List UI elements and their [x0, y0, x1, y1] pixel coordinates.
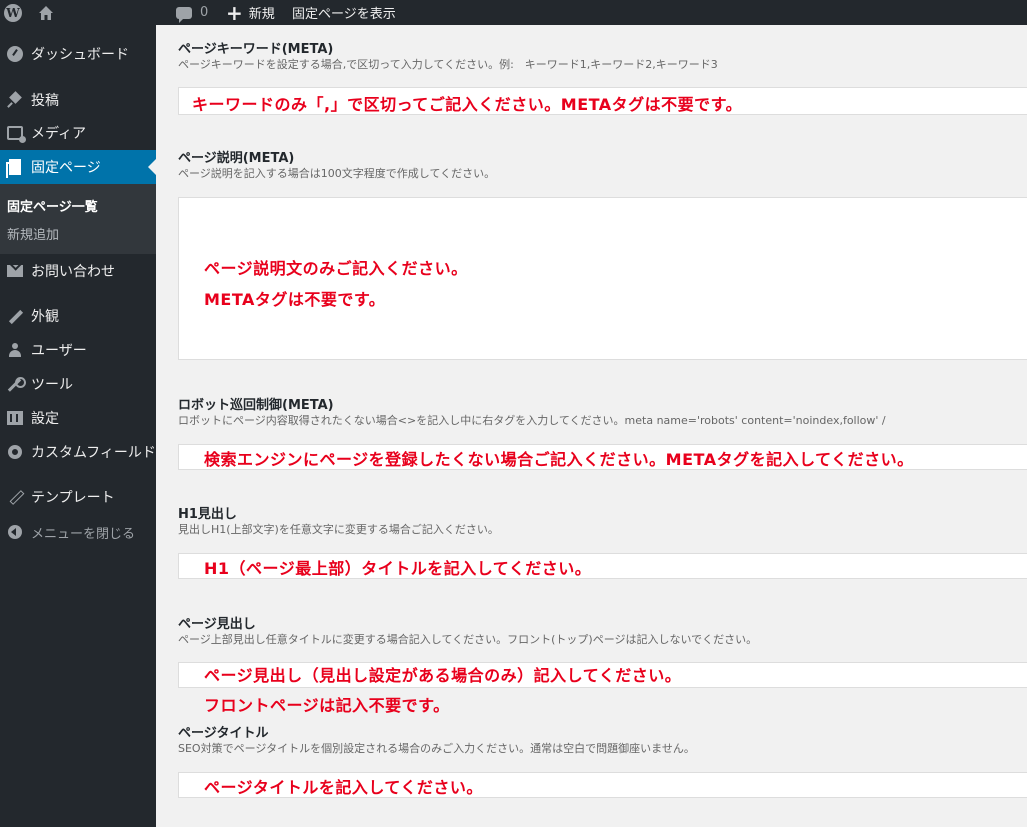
custom-fields-panel: ページキーワード(META) ページキーワードを設定する場合,で区切って入力して…: [156, 25, 1027, 827]
pages-submenu: 固定ページ一覧 新規追加: [0, 184, 156, 254]
field-description: 見出しH1(上部文字)を任意文字に変更する場合ご記入ください。: [178, 523, 499, 536]
comment-count: 0: [200, 5, 209, 20]
sidebar-item-posts[interactable]: 投稿: [0, 83, 156, 117]
pin-icon: [8, 93, 22, 107]
collapse-menu-label: メニューを閉じる: [31, 526, 136, 542]
field-label: ページタイトル: [178, 726, 269, 741]
sidebar-item-tools[interactable]: ツール: [0, 367, 156, 401]
pencil-icon: [8, 490, 22, 504]
sidebar-item-label: 投稿: [31, 93, 59, 109]
field-label: ページ見出し: [178, 617, 256, 632]
sidebar-item-custom-fields[interactable]: カスタムフィールド: [0, 435, 156, 469]
comment-icon: [176, 6, 192, 23]
home-icon[interactable]: [38, 0, 58, 25]
field-robots: ロボット巡回制御(META) ロボットにページ内容取得されたくない場合<>を記入…: [178, 394, 1027, 430]
field-description: ページ説明を記入する場合は100文字程度で作成してください。: [178, 167, 496, 180]
sidebar-item-label: テンプレート: [31, 490, 115, 506]
field-label: ページ説明(META): [178, 151, 295, 166]
dashboard-icon: [7, 46, 23, 62]
submenu-all-pages[interactable]: 固定ページ一覧: [7, 196, 98, 215]
page-heading-annotation-2: フロントページは記入不要です。: [204, 696, 450, 715]
field-page-title: ページタイトル SEO対策でページタイトルを個別設定される場合のみご入力ください…: [178, 722, 1027, 758]
sidebar-item-label: ユーザー: [31, 343, 87, 359]
sidebar-item-settings[interactable]: 設定: [0, 401, 156, 435]
field-label: ロボット巡回制御(META): [178, 398, 334, 413]
description-annotation-1: ページ説明文のみご記入ください。: [204, 259, 468, 278]
sidebar-item-label: メディア: [31, 126, 87, 142]
field-label: H1見出し: [178, 507, 237, 522]
sidebar-item-dashboard[interactable]: ダッシュボード: [0, 37, 156, 71]
page-icon: [6, 159, 21, 178]
keywords-annotation: キーワードのみ「,」で区切ってご記入ください。METAタグは不要です。: [192, 95, 743, 114]
page-heading-annotation-1: ページ見出し（見出し設定がある場合のみ）記入してください。: [204, 666, 682, 685]
field-description: SEO対策でページタイトルを個別設定される場合のみご入力ください。通常は空白で問…: [178, 742, 695, 755]
robots-annotation: 検索エンジンにページを登録したくない場合ご記入ください。METAタグを記入してく…: [204, 450, 914, 469]
view-page-link[interactable]: 固定ページを表示: [292, 0, 396, 25]
user-icon: [8, 343, 22, 357]
brush-icon: [8, 309, 22, 323]
sidebar-item-label: お問い合わせ: [31, 264, 115, 280]
new-label: 新規: [248, 7, 275, 22]
submenu-add-new[interactable]: 新規追加: [7, 224, 59, 243]
plus-icon: +: [226, 0, 243, 25]
admin-sidebar: ダッシュボード 投稿 メディア 固定ページ 固定ページ一覧 新規追加 お問い合わ…: [0, 25, 156, 827]
field-description: ページキーワードを設定する場合,で区切って入力してください。例: キーワード1,…: [178, 58, 718, 71]
sidebar-item-label: 外観: [31, 309, 59, 325]
field-description-meta: ページ説明(META) ページ説明を記入する場合は100文字程度で作成してくださ…: [178, 147, 1027, 183]
field-page-heading: ページ見出し ページ上部見出し任意タイトルに変更する場合記入してください。フロン…: [178, 613, 1027, 649]
h1-annotation: H1（ページ最上部）タイトルを記入してください。: [204, 559, 592, 578]
collapse-icon: [8, 525, 22, 539]
field-description: ページ上部見出し任意タイトルに変更する場合記入してください。フロント(トップ)ペ…: [178, 633, 758, 646]
sidebar-item-label: ダッシュボード: [31, 47, 129, 63]
admin-bar: W 0 + 新規 固定ページを表示: [0, 0, 1027, 25]
gear-icon: [8, 445, 22, 459]
new-content-button[interactable]: + 新規: [226, 0, 275, 25]
sidebar-item-media[interactable]: メディア: [0, 116, 156, 150]
wordpress-icon[interactable]: W: [4, 0, 24, 25]
field-description: ロボットにページ内容取得されたくない場合<>を記入し中に右タグを入力してください…: [178, 414, 886, 427]
sidebar-item-label: 設定: [31, 411, 59, 427]
description-annotation-2: METAタグは不要です。: [204, 290, 386, 309]
sidebar-item-label: 固定ページ: [31, 160, 101, 176]
sidebar-item-contact[interactable]: お問い合わせ: [0, 254, 156, 288]
field-label: ページキーワード(META): [178, 42, 334, 57]
page-title-annotation: ページタイトルを記入してください。: [204, 778, 483, 797]
wrench-icon: [8, 377, 26, 391]
sidebar-item-template[interactable]: テンプレート: [0, 480, 156, 514]
sidebar-item-pages[interactable]: 固定ページ: [0, 150, 156, 184]
sidebar-item-label: カスタムフィールド: [31, 445, 156, 461]
settings-icon: [7, 411, 23, 425]
mail-icon: [7, 265, 23, 277]
field-keywords: ページキーワード(META) ページキーワードを設定する場合,で区切って入力して…: [178, 38, 1027, 74]
field-h1: H1見出し 見出しH1(上部文字)を任意文字に変更する場合ご記入ください。: [178, 503, 1027, 539]
media-icon: [7, 126, 26, 143]
sidebar-item-appearance[interactable]: 外観: [0, 299, 156, 333]
collapse-menu-button[interactable]: メニューを閉じる: [0, 515, 156, 549]
comments-link[interactable]: 0: [176, 0, 208, 25]
sidebar-item-users[interactable]: ユーザー: [0, 333, 156, 367]
sidebar-item-label: ツール: [31, 377, 73, 393]
